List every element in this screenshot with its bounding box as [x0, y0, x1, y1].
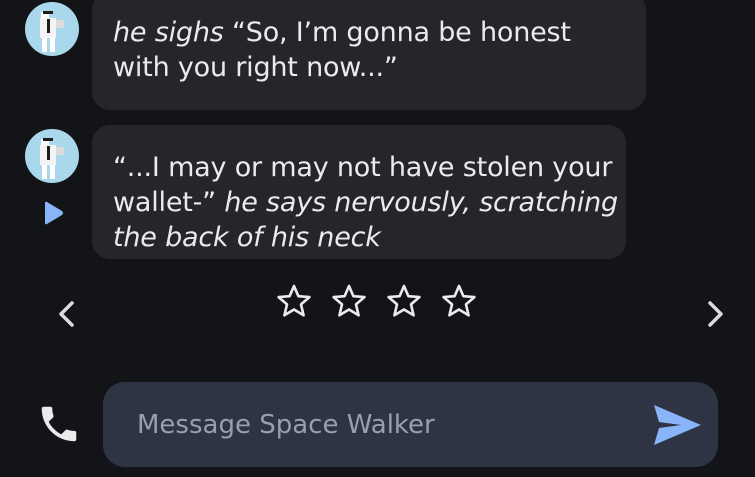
avatar[interactable] — [25, 129, 79, 183]
chevron-left-icon[interactable] — [54, 298, 78, 330]
star-outline-icon[interactable] — [331, 283, 367, 319]
message-text: “...I may or may not have stolen your wa… — [113, 150, 618, 255]
star-outline-icon[interactable] — [441, 283, 477, 319]
star-outline-icon[interactable] — [386, 283, 422, 319]
message-composer — [103, 382, 718, 467]
send-icon[interactable] — [651, 402, 703, 448]
star-rating — [276, 283, 477, 319]
star-outline-icon[interactable] — [276, 283, 312, 319]
message-bubble: “...I may or may not have stolen your wa… — [92, 125, 626, 259]
play-icon[interactable] — [41, 200, 65, 226]
message-input[interactable] — [137, 404, 617, 446]
avatar[interactable] — [25, 2, 79, 56]
message-text: he sighs “So, I’m gonna be honest with y… — [113, 15, 633, 85]
chevron-right-icon[interactable] — [704, 298, 728, 330]
message-action-text: he sighs — [113, 17, 232, 48]
phone-icon[interactable] — [36, 401, 82, 447]
chat-screen: he sighs “So, I’m gonna be honest with y… — [0, 0, 755, 477]
message-bubble: he sighs “So, I’m gonna be honest with y… — [92, 0, 646, 110]
